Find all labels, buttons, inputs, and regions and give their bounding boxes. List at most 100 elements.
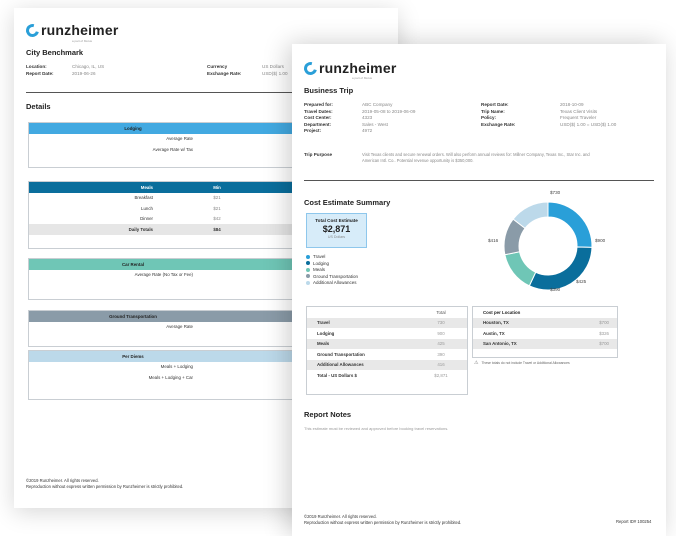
field-label: Prepared for: (304, 102, 333, 107)
row-value: $42 (213, 216, 221, 222)
row-value: $21 (213, 195, 221, 201)
row-value: $700 (599, 320, 609, 326)
trip-purpose-label: Trip Purpose (304, 152, 333, 157)
field-label: Report Date: (26, 71, 54, 76)
row-value: 730 (437, 320, 445, 326)
business-trip-page: runzheimer a part of Motus Business Trip… (292, 44, 666, 536)
legend-swatch (306, 267, 310, 272)
page-title: Business Trip (304, 86, 354, 95)
estimate-amount: $2,871 (322, 224, 351, 234)
page-title: City Benchmark (26, 48, 84, 57)
total-cost-estimate-box: Total Cost Estimate $2,871 US Dollars (306, 213, 367, 248)
field-value: ABC Company (362, 102, 393, 107)
field-value: Sales - West (362, 121, 388, 127)
logo-mark-icon (23, 21, 42, 39)
cost-total-table: Total Travel 730 Lodging 900 Meals 425 G… (306, 306, 468, 395)
legend-item-travel: Travel (306, 254, 325, 259)
legend-swatch (306, 280, 310, 285)
field-label: Report Date: (481, 102, 509, 107)
field-label: Cost Center: (304, 115, 332, 120)
table-header: Total (307, 307, 467, 318)
estimate-label: Total Cost Estimate (315, 218, 358, 223)
row-value: $84 (213, 226, 221, 232)
donut-slice-travel (547, 201, 593, 248)
table-row: Meals 425 (307, 338, 467, 349)
field-label: Travel Dates: (304, 108, 333, 114)
table-row: Houston, TX $700 (473, 317, 617, 328)
field-label: Exchange Rate: (207, 71, 242, 76)
estimate-currency: US Dollars (327, 235, 346, 239)
table-row: Lodging 900 (307, 328, 467, 339)
donut-value-label-allowances: $416 (488, 238, 499, 243)
row-label: Meals (317, 341, 330, 347)
runzheimer-logo: runzheimer (301, 59, 397, 77)
row-label: Additional Allowances (317, 362, 364, 368)
header-cell: Ground Transportation (109, 313, 157, 319)
table-row: Additional Allowances 416 (307, 359, 467, 370)
field-value: 2018-10-09 (560, 102, 584, 107)
header-cell: Lodging (124, 125, 142, 131)
row-label: Total - US Dollars $ (317, 372, 357, 378)
legend-label: Lodging (313, 260, 330, 266)
logo-wordmark: runzheimer (319, 60, 397, 76)
row-label: Houston, TX (483, 320, 509, 326)
legend-swatch (306, 261, 310, 265)
field-value: 2019-06-26 (72, 71, 96, 76)
header-cell: Total (436, 309, 446, 315)
field-label: Currency (207, 64, 228, 69)
field-value: 4972 (362, 128, 373, 133)
field-value: USD($) 1.00 (262, 71, 288, 76)
row-label: Breakfast (134, 195, 153, 201)
field-value: 2019-05-08 to 2019-06-09 (362, 108, 416, 114)
field-value: 4323 (362, 115, 373, 120)
donut-slice-meals (504, 251, 537, 287)
table-row: Austin, TX $326 (473, 328, 617, 339)
row-label: Average Rate (No Tax or Fee) (134, 272, 193, 278)
legend-item-lodging: Lodging (306, 261, 329, 266)
trip-purpose-text: American Intl. Co.. Potential revenue op… (362, 158, 474, 163)
warning-icon: ⚠ (474, 360, 479, 366)
row-value: 900 (437, 330, 445, 336)
row-label: Meals + Lodging + Car (148, 374, 193, 380)
row-value: 425 (437, 341, 445, 347)
donut-value-label-ground: $390 (550, 287, 561, 292)
donut-value-label-travel: $730 (550, 190, 561, 195)
table-row: San Antonio, TX $700 (473, 338, 617, 349)
table-header: Cost per Location (473, 307, 617, 318)
row-label: Daily Totals (128, 226, 153, 232)
report-notes-text: This estimate must be reviewed and appro… (304, 426, 449, 431)
row-value: 390 (437, 351, 445, 357)
header-cell: Cost per Location (483, 309, 521, 315)
row-label: San Antonio, TX (483, 341, 517, 347)
row-label: Average Rate (166, 324, 193, 330)
page-footer: ©2019 Runzheimer. All rights reserved. R… (304, 514, 461, 526)
row-label: Meals + Lodging (160, 364, 193, 370)
legend-swatch (306, 274, 310, 278)
logo-subtitle: a part of Motus (352, 76, 373, 80)
donut-value-label-lodging: $900 (595, 238, 606, 243)
row-label: Average Rate w/ Tax (152, 146, 193, 152)
logo-mark-icon (301, 59, 320, 77)
field-value: Frequent Traveler (560, 115, 597, 120)
legend-item-additional-allowances: Additional Allowances (306, 280, 357, 285)
header-cell: Car Rental (122, 261, 144, 267)
row-label: Austin, TX (483, 330, 505, 336)
field-value: USD($) 1.00 = USD($) 1.00 (560, 121, 617, 127)
location-note: ⚠ These totals do not include Travel or … (474, 360, 570, 366)
legend-label: Additional Allowances (313, 280, 357, 285)
table-row: Ground Transportation 390 (307, 349, 467, 360)
field-value: Chicago, IL, US (72, 64, 105, 69)
row-value: $700 (599, 341, 609, 347)
header-cell: Per Diems (122, 353, 144, 359)
trip-purpose-text: Visit Texas clients and secure renewal o… (362, 152, 590, 157)
field-label: Location: (26, 64, 47, 69)
details-heading: Details (26, 102, 51, 111)
legend-swatch (306, 254, 310, 259)
legend-item-ground-transportation: Ground Transportation (306, 274, 358, 279)
field-label: Policy: (481, 115, 497, 120)
legend-label: Ground Transportation (313, 273, 359, 279)
row-label: Ground Transportation (317, 351, 365, 357)
row-label: Lunch (141, 205, 153, 211)
page-footer: ©2019 Runzheimer. All rights reserved. R… (26, 478, 183, 490)
table-row: Travel 730 (307, 317, 467, 328)
